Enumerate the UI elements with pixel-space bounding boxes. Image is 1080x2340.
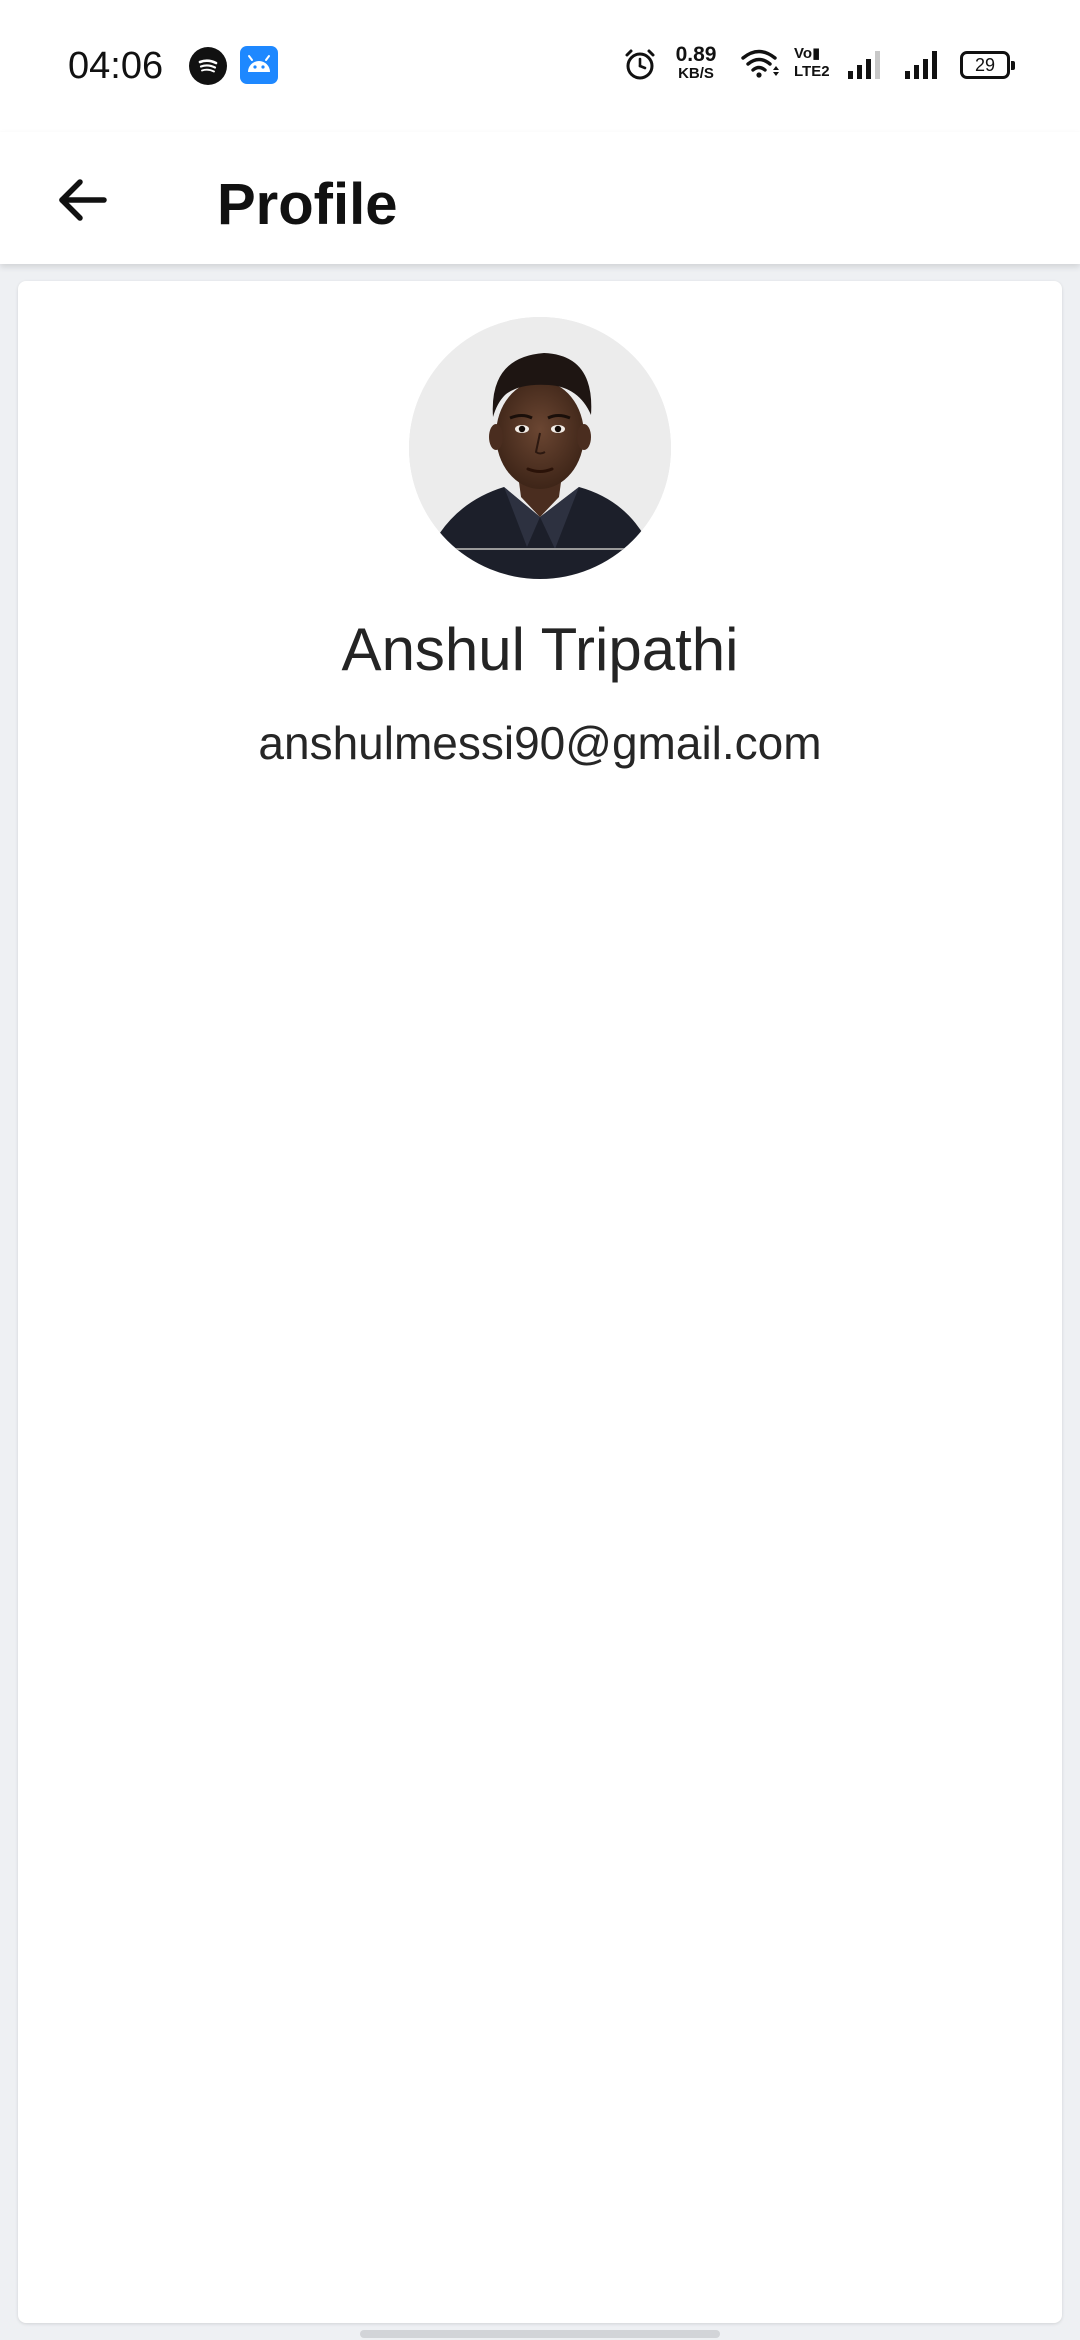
android-icon — [240, 46, 278, 84]
arrow-left-icon — [59, 179, 107, 221]
status-time: 04:06 — [68, 45, 164, 87]
status-bar: 04:06 0.89 KB/S Vo▮ LTE2 29 — [0, 0, 1080, 132]
volte-top-label: Vo▮ — [794, 45, 821, 62]
avatar[interactable] — [409, 317, 671, 579]
signal-icon — [903, 47, 943, 86]
profile-photo — [409, 317, 671, 579]
volte-bottom-label: LTE2 — [794, 63, 830, 80]
profile-card: Anshul Tripathi anshulmessi90@gmail.com — [18, 281, 1062, 2323]
network-speed-value: 0.89 — [675, 43, 717, 66]
battery-icon: 29 — [960, 51, 1015, 79]
gesture-bar[interactable] — [360, 2330, 720, 2338]
spotify-icon — [189, 47, 227, 85]
volte-icon: Vo▮ LTE2 — [794, 45, 830, 81]
page-title: Profile — [217, 172, 398, 237]
profile-email: anshulmessi90@gmail.com — [258, 717, 822, 769]
signal-icon — [846, 47, 886, 86]
wifi-icon — [740, 46, 782, 87]
profile-name: Anshul Tripathi — [341, 616, 739, 683]
network-speed: 0.89 KB/S — [672, 44, 720, 82]
alarm-icon — [622, 47, 658, 88]
network-speed-unit: KB/S — [678, 65, 714, 82]
app-bar: Profile — [0, 132, 1080, 264]
back-button[interactable] — [44, 162, 120, 238]
